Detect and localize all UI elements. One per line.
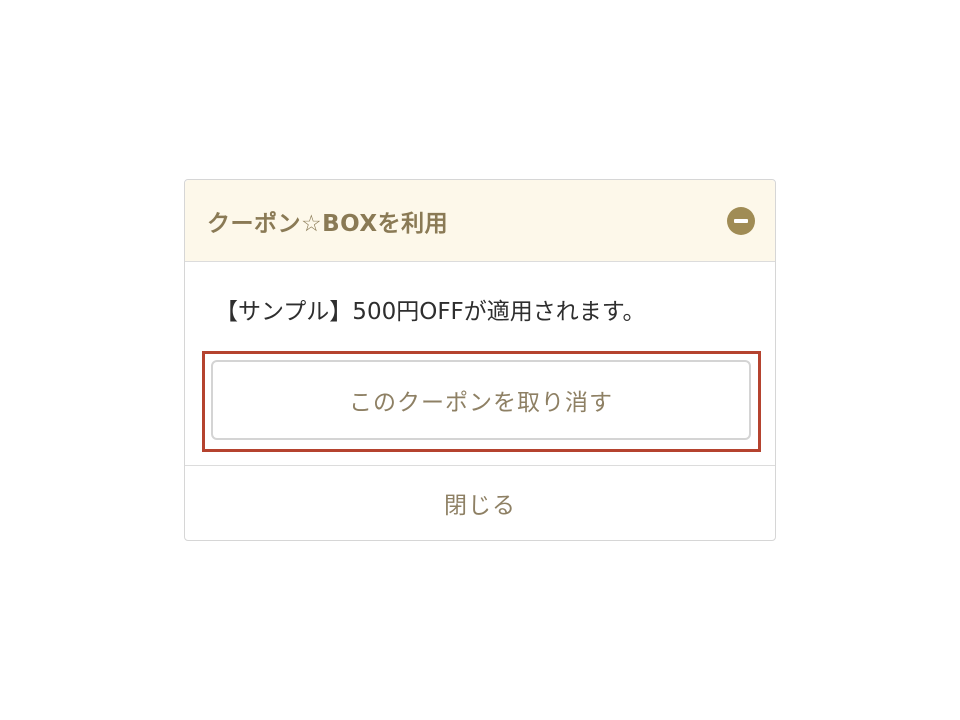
close-button[interactable]: 閉じる: [444, 486, 516, 520]
panel-footer: 閉じる: [185, 466, 775, 540]
minus-circle-icon[interactable]: [727, 206, 755, 235]
cancel-coupon-button[interactable]: このクーポンを取り消す: [211, 360, 751, 440]
coupon-panel: クーポン☆BOXを利用 【サンプル】500円OFFが適用されます。 このクーポン…: [184, 179, 776, 541]
panel-header[interactable]: クーポン☆BOXを利用: [185, 180, 775, 262]
panel-title: クーポン☆BOXを利用: [207, 210, 449, 237]
panel-body: 【サンプル】500円OFFが適用されます。 このクーポンを取り消す: [185, 262, 775, 466]
coupon-applied-message: 【サンプル】500円OFFが適用されます。: [215, 299, 646, 325]
